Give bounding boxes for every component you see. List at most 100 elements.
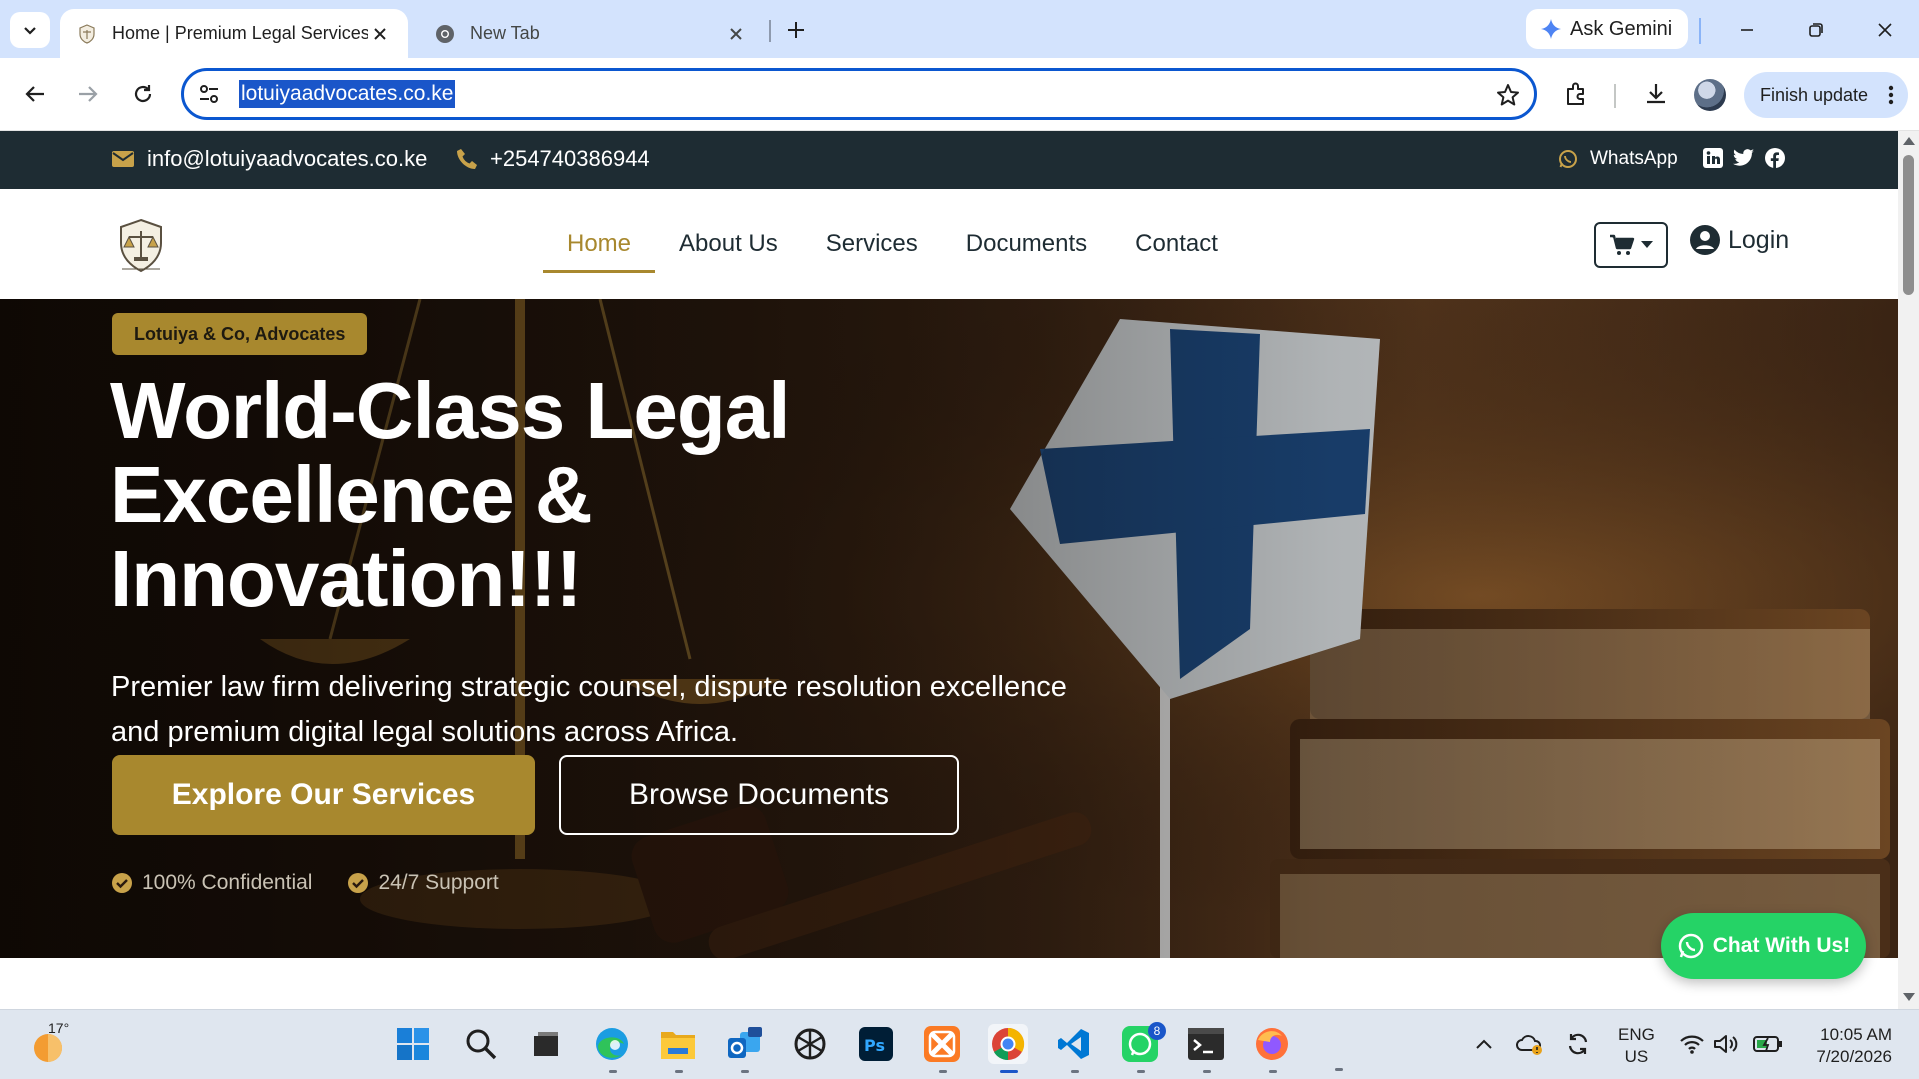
windows-taskbar: 17° Ps 8 ENG US 10:05 AM 7/20/2026 <box>0 1009 1919 1079</box>
sync-tray[interactable] <box>1558 1024 1598 1064</box>
file-explorer-app[interactable] <box>658 1024 698 1064</box>
firefox-icon <box>1256 1028 1288 1060</box>
tab-new-tab[interactable]: New Tab <box>418 9 764 58</box>
site-favicon-icon <box>76 23 98 45</box>
gemini-separator <box>1699 18 1701 44</box>
browser-toolbar: lotuiyaadvocates.co.ke Finish update <box>0 58 1919 131</box>
site-settings-icon[interactable] <box>198 83 220 110</box>
running-indicator <box>1335 1068 1343 1071</box>
xampp-icon <box>924 1026 960 1062</box>
restore-icon <box>1809 23 1823 37</box>
vscode-app[interactable] <box>1054 1024 1094 1064</box>
email-link[interactable]: info@lotuiyaadvocates.co.ke <box>111 146 427 172</box>
clock-time: 10:05 AM <box>1820 1025 1892 1044</box>
user-circle-icon <box>1690 225 1720 255</box>
close-window-button[interactable] <box>1862 12 1908 48</box>
task-view-button[interactable] <box>526 1024 566 1064</box>
scroll-up-arrow[interactable] <box>1903 137 1915 145</box>
nav-item-home[interactable]: Home <box>543 225 656 273</box>
running-indicator <box>741 1070 749 1073</box>
tab-home[interactable]: Home | Premium Legal Services <box>60 9 408 58</box>
more-vertical-icon <box>1888 85 1894 105</box>
xampp-app[interactable] <box>922 1024 962 1064</box>
nav-item-about-us[interactable]: About Us <box>655 225 802 273</box>
email-text: info@lotuiyaadvocates.co.ke <box>147 146 428 171</box>
close-tab-icon[interactable] <box>724 22 748 46</box>
linkedin-icon[interactable] <box>1703 148 1723 168</box>
url-text[interactable]: lotuiyaadvocates.co.ke <box>239 80 456 108</box>
file-explorer-icon <box>661 1032 695 1059</box>
explore-services-button[interactable]: Explore Our Services <box>112 755 535 835</box>
finish-update-button[interactable]: Finish update <box>1744 72 1908 118</box>
chatgpt-app[interactable] <box>790 1024 830 1064</box>
language-indicator[interactable]: ENG US <box>1618 1024 1655 1068</box>
photoshop-icon: Ps <box>859 1027 893 1061</box>
feature-confidential: 100% Confidential <box>112 871 312 895</box>
whatsapp-link[interactable]: WhatsApp <box>1558 148 1678 170</box>
facebook-icon[interactable] <box>1765 148 1785 168</box>
start-button[interactable] <box>393 1024 433 1064</box>
nav-item-services[interactable]: Services <box>802 225 942 273</box>
puzzle-icon <box>1567 82 1584 105</box>
tab-search-button[interactable] <box>10 12 50 48</box>
new-tab-button[interactable] <box>780 14 812 46</box>
running-indicator <box>1203 1070 1211 1073</box>
finish-update-label: Finish update <box>1760 84 1869 105</box>
search-icon <box>466 1029 497 1060</box>
address-bar[interactable]: lotuiyaadvocates.co.ke <box>181 68 1537 120</box>
back-button[interactable] <box>15 74 55 114</box>
show-hidden-icons-button[interactable] <box>1464 1024 1504 1064</box>
login-link[interactable]: Login <box>1690 225 1789 255</box>
profile-avatar[interactable] <box>1694 79 1726 111</box>
photoshop-app[interactable]: Ps <box>856 1024 896 1064</box>
nav-menu: Home About Us Services Documents Contact <box>543 225 1242 273</box>
outlook-icon <box>728 1027 762 1058</box>
chat-label: Chat With Us! <box>1712 934 1851 957</box>
gemini-sparkle-icon <box>1541 19 1561 39</box>
reload-button[interactable] <box>123 74 163 114</box>
cart-dropdown-button[interactable] <box>1594 222 1668 268</box>
bookmark-star-icon[interactable] <box>1496 83 1520 112</box>
firefox-app[interactable] <box>1252 1024 1292 1064</box>
ask-gemini-button[interactable]: Ask Gemini <box>1526 9 1688 49</box>
main-navbar: Home About Us Services Documents Contact… <box>0 189 1898 299</box>
whatsapp-notification-badge: 8 <box>1148 1022 1166 1040</box>
envelope-icon <box>112 151 134 167</box>
chrome-app[interactable] <box>988 1024 1028 1064</box>
system-clock[interactable]: 10:05 AM 7/20/2026 <box>1808 1024 1892 1068</box>
nav-item-documents[interactable]: Documents <box>942 225 1111 273</box>
close-icon <box>1878 23 1892 37</box>
minimize-button[interactable] <box>1724 12 1770 48</box>
wifi-icon <box>1680 1035 1704 1054</box>
scroll-thumb[interactable] <box>1903 155 1914 295</box>
plus-icon <box>788 22 804 38</box>
nav-item-contact[interactable]: Contact <box>1111 225 1242 273</box>
forward-button[interactable] <box>68 74 108 114</box>
edge-app[interactable] <box>592 1024 632 1064</box>
search-button[interactable] <box>461 1024 501 1064</box>
firm-logo[interactable] <box>112 217 170 275</box>
extensions-button[interactable] <box>1559 76 1595 112</box>
browse-documents-button[interactable]: Browse Documents <box>559 755 959 835</box>
page-scrollbar[interactable] <box>1898 131 1919 1009</box>
battery-tray[interactable] <box>1748 1024 1788 1064</box>
web-page: info@lotuiyaadvocates.co.ke +25474038694… <box>0 131 1898 1009</box>
phone-link[interactable]: +254740386944 <box>456 146 650 172</box>
top-contact-bar: info@lotuiyaadvocates.co.ke +25474038694… <box>0 131 1898 189</box>
scroll-down-arrow[interactable] <box>1903 993 1915 1001</box>
hero-section: Lotuiya & Co, Advocates World-Class Lega… <box>0 299 1898 958</box>
outlook-app[interactable] <box>724 1024 764 1064</box>
feature-support: 24/7 Support <box>348 871 499 895</box>
task-view-icon <box>534 1032 558 1056</box>
battery-charging-icon <box>1753 1036 1782 1052</box>
restore-button[interactable] <box>1793 12 1839 48</box>
close-tab-icon[interactable] <box>368 22 392 46</box>
twitter-icon[interactable] <box>1733 148 1755 168</box>
browser-tab-strip: Home | Premium Legal Services New Tab As… <box>0 0 1919 58</box>
downloads-button[interactable] <box>1638 76 1674 112</box>
chat-with-us-button[interactable]: Chat With Us! <box>1661 913 1866 979</box>
chevron-down-icon <box>24 27 36 35</box>
onedrive-tray[interactable] <box>1510 1024 1550 1064</box>
terminal-app[interactable] <box>1186 1024 1226 1064</box>
volume-tray[interactable] <box>1706 1024 1746 1064</box>
